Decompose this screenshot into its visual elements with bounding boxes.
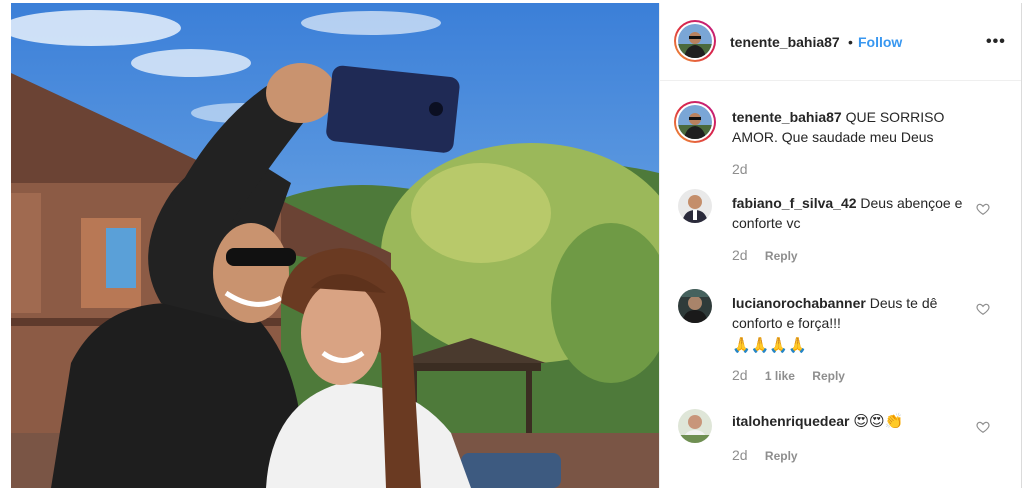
comment-text-block: italohenriquedear 😍😍👏 [732,411,972,432]
like-heart-icon[interactable] [976,302,990,316]
post-side-panel: tenente_bahia87 • Follow ••• tenente_bah… [659,3,1022,488]
avatar-image-icon [678,105,712,139]
author-avatar[interactable] [674,20,716,62]
reply-button[interactable]: Reply [812,369,845,383]
like-heart-icon[interactable] [976,202,990,216]
instagram-post-modal: tenente_bahia87 • Follow ••• tenente_bah… [0,0,1024,488]
avatar-image-icon [678,409,712,443]
comment-item: fabiano_f_silva_42 Deus abençoe e confor… [660,185,1021,275]
folded-hands-icon: 🙏 [750,337,770,354]
comment-item: lucianorochabanner Deus te dê conforto e… [660,285,1021,395]
comment-meta: 2d Reply [732,447,812,463]
commenter-avatar[interactable] [678,189,712,223]
comment-emoji-row: 🙏🙏🙏🙏 [732,335,972,356]
clapping-hands-icon: 👏 [884,413,904,430]
comment-meta: 2d Reply [732,247,812,263]
header-separator: • [848,34,853,50]
author-username[interactable]: tenente_bahia87 [730,34,840,50]
selfie-photo-illustration [11,3,659,488]
comment-username[interactable]: lucianorochabanner [732,295,866,311]
comment-meta: 2d 1 like Reply [732,367,859,383]
comment-time[interactable]: 2d [732,247,748,263]
comment-username[interactable]: italohenriquedear [732,413,849,429]
more-options-icon[interactable]: ••• [986,33,1006,51]
folded-hands-icon: 🙏 [732,337,751,354]
comment-time[interactable]: 2d [732,447,748,463]
comment-text-block: lucianorochabanner Deus te dê conforto e… [732,293,972,356]
reply-button[interactable]: Reply [765,249,798,263]
heart-eyes-icon: 😍 [853,413,869,430]
folded-hands-icon: 🙏 [769,337,789,354]
folded-hands-icon: 🙏 [788,337,807,354]
post-header: tenente_bahia87 • Follow ••• [660,3,1021,81]
comment-likes-count[interactable]: 1 like [765,369,795,383]
heart-eyes-icon: 😍 [869,413,885,430]
caption-time[interactable]: 2d [732,161,748,177]
follow-button[interactable]: Follow [858,34,902,50]
post-photo[interactable] [11,3,659,488]
reply-button[interactable]: Reply [765,449,798,463]
comment-time[interactable]: 2d [732,367,748,383]
comment-username[interactable]: fabiano_f_silva_42 [732,195,857,211]
comment-item: italohenriquedear 😍😍👏 2d Reply [660,405,1021,485]
commenter-avatar[interactable] [678,289,712,323]
caption-username[interactable]: tenente_bahia87 [732,109,842,125]
like-heart-icon[interactable] [976,420,990,434]
post-caption: tenente_bahia87 QUE SORRISO AMOR. Que sa… [660,99,1021,189]
avatar-image-icon [678,24,712,58]
avatar-image-icon [678,189,712,223]
comment-text-block: fabiano_f_silva_42 Deus abençoe e confor… [732,193,972,233]
commenter-avatar[interactable] [678,409,712,443]
avatar-image-icon [678,289,712,323]
caption-text-block: tenente_bahia87 QUE SORRISO AMOR. Que sa… [732,107,972,147]
caption-meta: 2d [732,161,762,177]
caption-avatar[interactable] [674,101,716,143]
